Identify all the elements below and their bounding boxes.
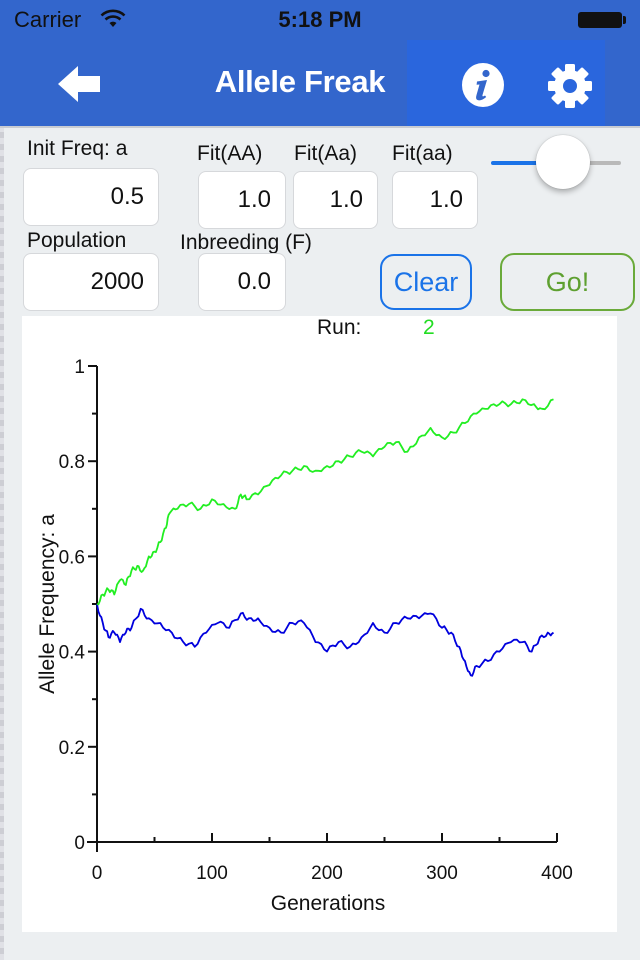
gear-icon <box>548 64 592 108</box>
chart-panel <box>22 316 617 932</box>
init-freq-label: Init Freq: a <box>27 137 128 160</box>
navigation-bar: Carrier 5:18 PM Allele Freak <box>0 0 640 126</box>
init-freq-input[interactable]: 0.5 <box>23 168 159 226</box>
slider-thumb[interactable] <box>535 135 590 189</box>
clear-button[interactable]: Clear <box>380 254 472 310</box>
population-label: Population <box>27 229 127 252</box>
back-button[interactable] <box>56 64 104 104</box>
population-input[interactable]: 2000 <box>23 253 159 311</box>
clock: 5:18 PM <box>278 7 362 32</box>
run-number: 2 <box>423 316 435 339</box>
battery-full-icon <box>578 12 622 28</box>
fit-aa-input[interactable]: 1.0 <box>392 171 478 229</box>
settings-button[interactable] <box>546 62 594 110</box>
info-icon <box>462 63 504 107</box>
info-button[interactable] <box>460 62 506 108</box>
fit-Aa-input[interactable]: 1.0 <box>293 171 378 229</box>
fit-aa-label: Fit(aa) <box>392 142 453 165</box>
battery-tip <box>623 16 626 24</box>
left-edge-strip <box>0 0 4 960</box>
inbreeding-input[interactable]: 0.0 <box>198 253 286 311</box>
speed-slider[interactable] <box>488 135 624 191</box>
status-bar: Carrier 5:18 PM <box>0 0 640 40</box>
inbreeding-label: Inbreeding (F) <box>180 231 312 254</box>
nav-bottom-border <box>0 126 640 128</box>
fit-AA-input[interactable]: 1.0 <box>198 171 286 229</box>
fit-Aa-label: Fit(Aa) <box>294 142 357 165</box>
arrow-left-icon <box>58 66 100 102</box>
run-label: Run: <box>317 316 362 339</box>
go-button[interactable]: Go! <box>500 253 635 311</box>
page-title: Allele Freak <box>214 64 386 99</box>
fit-AA-label: Fit(AA) <box>197 142 263 165</box>
